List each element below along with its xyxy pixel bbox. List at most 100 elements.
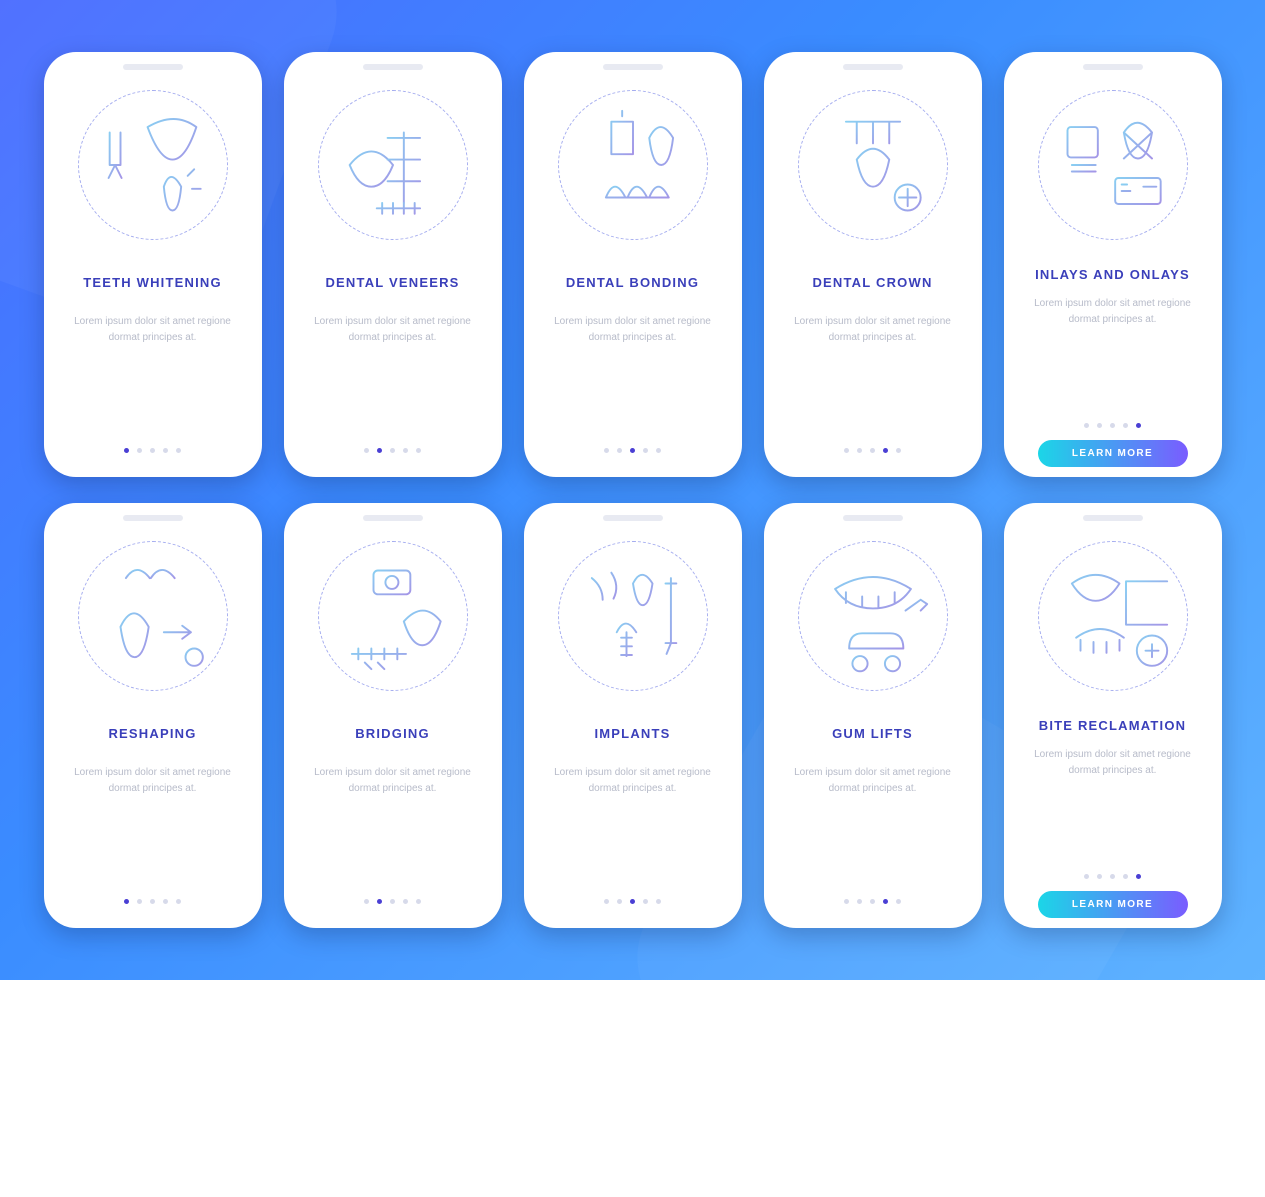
- screen-description: Lorem ipsum dolor sit amet regione dorma…: [294, 765, 492, 797]
- pagination-dot[interactable]: [896, 448, 901, 453]
- screen-description: Lorem ipsum dolor sit amet regione dorma…: [1014, 296, 1212, 328]
- screen-description: Lorem ipsum dolor sit amet regione dorma…: [294, 314, 492, 346]
- learn-more-button[interactable]: LEARN MORE: [1038, 891, 1188, 918]
- pagination-dot[interactable]: [364, 899, 369, 904]
- screen-description: Lorem ipsum dolor sit amet regione dorma…: [774, 314, 972, 346]
- pagination-dot[interactable]: [150, 899, 155, 904]
- pagination-dot[interactable]: [857, 899, 862, 904]
- phone-mockup: TEETH WHITENINGLorem ipsum dolor sit ame…: [44, 52, 262, 477]
- screen-title: DENTAL VENEERS: [294, 275, 492, 290]
- pagination-dot[interactable]: [150, 448, 155, 453]
- pagination-dot[interactable]: [604, 899, 609, 904]
- pagination-dot[interactable]: [377, 448, 382, 453]
- bite-reclamation-icon: [1014, 533, 1212, 698]
- pagination-dot[interactable]: [1110, 423, 1115, 428]
- pagination-dot[interactable]: [416, 448, 421, 453]
- pagination-dot[interactable]: [656, 899, 661, 904]
- pagination-dot[interactable]: [1136, 423, 1141, 428]
- pagination-dot[interactable]: [137, 448, 142, 453]
- pagination-dot[interactable]: [604, 448, 609, 453]
- screen-title: DENTAL BONDING: [534, 275, 732, 290]
- pagination-dot[interactable]: [137, 899, 142, 904]
- pagination-dot[interactable]: [844, 448, 849, 453]
- screen-title: BRIDGING: [294, 726, 492, 741]
- pagination-dots[interactable]: [774, 430, 972, 453]
- phone-notch: [1014, 64, 1212, 74]
- pagination-dot[interactable]: [1097, 423, 1102, 428]
- dental-veneers-icon: [294, 82, 492, 247]
- phone-notch: [1014, 515, 1212, 525]
- pagination-dot[interactable]: [403, 899, 408, 904]
- pagination-dots[interactable]: [1014, 866, 1212, 879]
- phone-notch: [294, 64, 492, 74]
- screen-title: GUM LIFTS: [774, 726, 972, 741]
- pagination-dot[interactable]: [883, 448, 888, 453]
- phone-mockup: DENTAL BONDING Lorem ipsum dolor sit amet…: [524, 52, 742, 477]
- screen-title: DENTAL CROWN: [774, 275, 972, 290]
- screen-description: Lorem ipsum dolor sit amet regione dorma…: [774, 765, 972, 797]
- pagination-dot[interactable]: [1136, 874, 1141, 879]
- pagination-dot[interactable]: [163, 899, 168, 904]
- pagination-dot[interactable]: [870, 448, 875, 453]
- pagination-dot[interactable]: [390, 899, 395, 904]
- dental-bonding-icon: [534, 82, 732, 247]
- pagination-dot[interactable]: [176, 448, 181, 453]
- pagination-dot[interactable]: [630, 899, 635, 904]
- learn-more-button[interactable]: LEARN MORE: [1038, 440, 1188, 467]
- phone-mockup: INLAYS AND ONLAYS Lorem ipsum dolor sit a…: [1004, 52, 1222, 477]
- phone-mockup: GUM LIFTS Lorem ipsum dolor sit amet regi…: [764, 503, 982, 928]
- pagination-dot[interactable]: [643, 448, 648, 453]
- phone-notch: [534, 64, 732, 74]
- pagination-dots[interactable]: [294, 430, 492, 453]
- pagination-dots[interactable]: [1014, 415, 1212, 428]
- inlays-onlays-icon: [1014, 82, 1212, 247]
- implants-icon: [534, 533, 732, 698]
- pagination-dot[interactable]: [416, 899, 421, 904]
- pagination-dot[interactable]: [124, 899, 129, 904]
- pagination-dot[interactable]: [870, 899, 875, 904]
- pagination-dot[interactable]: [1110, 874, 1115, 879]
- pagination-dot[interactable]: [630, 448, 635, 453]
- screen-title: INLAYS AND ONLAYS: [1014, 267, 1212, 282]
- pagination-dot[interactable]: [857, 448, 862, 453]
- teeth-whitening-icon: [54, 82, 252, 247]
- dental-crown-icon: [774, 82, 972, 247]
- pagination-dots[interactable]: [534, 881, 732, 904]
- phone-notch: [294, 515, 492, 525]
- phone-notch: [534, 515, 732, 525]
- pagination-dots[interactable]: [294, 881, 492, 904]
- pagination-dot[interactable]: [403, 448, 408, 453]
- pagination-dot[interactable]: [1123, 874, 1128, 879]
- phone-mockup: DENTAL VENEERS Lorem ipsum dolor sit amet…: [284, 52, 502, 477]
- screen-title: RESHAPING: [54, 726, 252, 741]
- pagination-dots[interactable]: [54, 430, 252, 453]
- pagination-dot[interactable]: [896, 899, 901, 904]
- pagination-dot[interactable]: [163, 448, 168, 453]
- pagination-dot[interactable]: [883, 899, 888, 904]
- pagination-dot[interactable]: [844, 899, 849, 904]
- screen-description: Lorem ipsum dolor sit amet regione dorma…: [54, 765, 252, 797]
- pagination-dot[interactable]: [656, 448, 661, 453]
- pagination-dot[interactable]: [1084, 423, 1089, 428]
- pagination-dot[interactable]: [1084, 874, 1089, 879]
- pagination-dot[interactable]: [176, 899, 181, 904]
- phone-notch: [774, 515, 972, 525]
- pagination-dots[interactable]: [54, 881, 252, 904]
- phone-mockup: BRIDGING Lorem ipsum dolor sit amet regio…: [284, 503, 502, 928]
- pagination-dots[interactable]: [534, 430, 732, 453]
- pagination-dot[interactable]: [1097, 874, 1102, 879]
- screen-title: IMPLANTS: [534, 726, 732, 741]
- pagination-dot[interactable]: [364, 448, 369, 453]
- pagination-dot[interactable]: [617, 899, 622, 904]
- screen-description: Lorem ipsum dolor sit amet regione dorma…: [534, 314, 732, 346]
- reshaping-icon: [54, 533, 252, 698]
- pagination-dot[interactable]: [643, 899, 648, 904]
- pagination-dot[interactable]: [617, 448, 622, 453]
- pagination-dot[interactable]: [390, 448, 395, 453]
- phone-mockup: RESHAPING Lorem ipsum dolor sit amet regi…: [44, 503, 262, 928]
- pagination-dot[interactable]: [1123, 423, 1128, 428]
- bridging-icon: [294, 533, 492, 698]
- pagination-dot[interactable]: [377, 899, 382, 904]
- pagination-dot[interactable]: [124, 448, 129, 453]
- pagination-dots[interactable]: [774, 881, 972, 904]
